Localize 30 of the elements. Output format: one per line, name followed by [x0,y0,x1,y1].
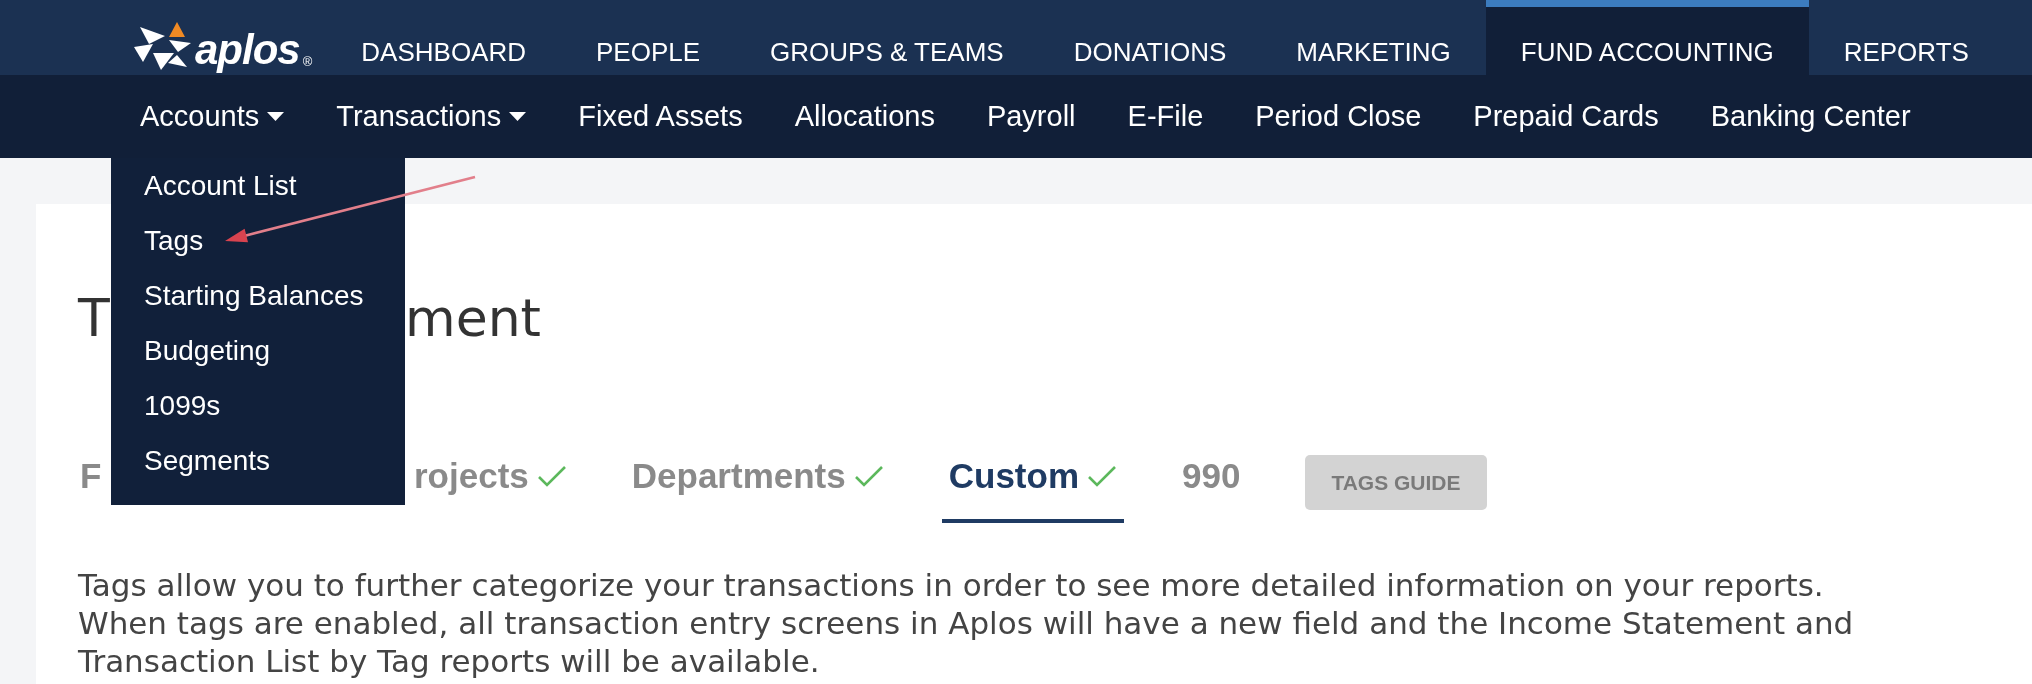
dropdown-toggle[interactable]: Accounts [114,75,311,158]
nav-link[interactable]: Allocations [768,75,961,158]
nav-link[interactable]: Payroll [960,75,1102,158]
nav-link[interactable]: Fixed Assets [552,75,769,158]
menu-item[interactable]: Starting Balances [111,268,405,323]
logo-link[interactable]: aplos® [134,0,313,75]
nav-link[interactable]: E-File [1101,75,1230,158]
caret-icon [267,112,285,121]
tab[interactable]: Custom [941,456,1124,523]
dropdown-toggle[interactable]: Transactions [310,75,553,158]
nav-tab[interactable]: DASHBOARD [326,0,561,75]
menu-item[interactable]: Tags [111,213,405,268]
menu-item[interactable]: Account List [111,158,405,213]
menu-item[interactable]: Budgeting [111,323,405,378]
nav-tab[interactable]: MARKETING [1261,0,1486,75]
page-title: T [78,288,110,348]
nav-link[interactable]: Prepaid Cards [1447,75,1685,158]
description-text: Tags allow you to further categorize your transactions in order to see more detailed information on your reports. When tags are enabled, all transaction entry screens in Aplos will have a new field and the Income Statement and Transaction List by Tag reports will be available. [78,566,1855,680]
caret-icon [509,112,527,121]
nav-tab[interactable]: REPORTS [1808,0,2004,75]
nav-tab[interactable]: PEOPLE [561,0,736,75]
menu-item[interactable]: 1099s [111,378,405,433]
menu-item[interactable]: Segments [111,433,405,488]
page-title: ment [405,287,541,349]
nav-tab[interactable]: FUND ACCOUNTING [1485,0,1809,75]
nav-link[interactable]: Banking Center [1684,75,1937,158]
logo-icon [134,22,191,70]
nav-link[interactable]: Period Close [1229,75,1448,158]
nav-tab[interactable]: GROUPS & TEAMS [735,0,1039,75]
nav-tab[interactable]: DONATIONS [1038,0,1262,75]
